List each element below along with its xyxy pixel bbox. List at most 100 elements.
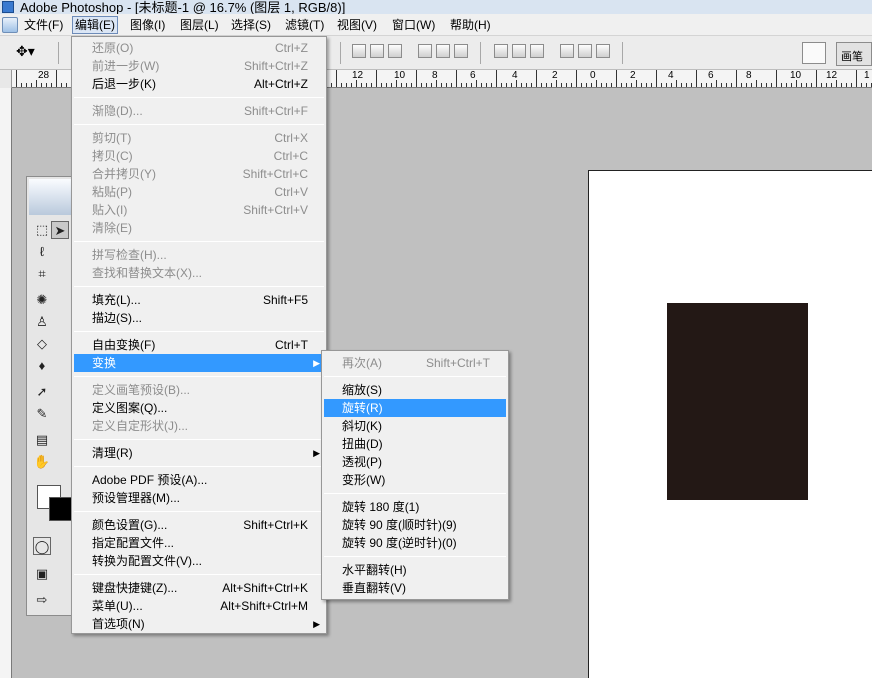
edit-menu-item[interactable]: 后退一步(K) Alt+Ctrl+Z [74,75,324,93]
vertical-ruler[interactable] [0,88,12,678]
move-tool-icon[interactable]: ✥▾ [16,44,35,58]
edit-menu-item[interactable]: 指定配置文件... [74,534,324,552]
submenu-arrow-icon: ▶ [313,448,320,458]
menu-separator [74,241,324,242]
edit-menu-item[interactable]: 定义自定形状(J)... [74,417,324,435]
eraser-tool-icon[interactable]: ◇ [33,335,51,353]
edit-menu-item-shortcut: Ctrl+Z [275,41,308,55]
menu-view[interactable]: 视图(V) [335,17,379,34]
edit-menu-item[interactable]: 查找和替换文本(X)... [74,264,324,282]
edit-menu-item[interactable]: 粘贴(P) Ctrl+V [74,183,324,201]
transform-menu-item[interactable]: 垂直翻转(V) [324,579,506,597]
edit-menu-item[interactable]: 转换为配置文件(V)... [74,552,324,570]
menu-file[interactable]: 文件(F) [22,17,65,34]
transform-menu-item[interactable]: 旋转 90 度(逆时针)(0) [324,534,506,552]
menu-window[interactable]: 窗口(W) [390,17,437,34]
distribute-hcenter-icon[interactable] [578,44,592,58]
clone-stamp-icon[interactable]: ♙ [33,313,51,331]
crop-tool-icon[interactable]: ⌗ [33,265,51,283]
transform-menu-item[interactable]: 斜切(K) [324,417,506,435]
edit-menu-item[interactable]: 拼写检查(H)... [74,246,324,264]
transform-menu-item[interactable]: 变形(W) [324,471,506,489]
jump-to-imageready-icon[interactable]: ⇨ [33,591,51,609]
edit-menu-item[interactable]: 键盘快捷键(Z)... Alt+Shift+Ctrl+K [74,579,324,597]
distribute-vcenter-icon[interactable] [512,44,526,58]
tool-preset-icon[interactable] [802,42,826,64]
transform-menu-item[interactable]: 水平翻转(H) [324,561,506,579]
lasso-tool-icon[interactable]: ℓ [33,243,51,261]
ruler-tick [431,83,432,87]
menu-image[interactable]: 图像(I) [128,17,167,34]
edit-menu-item[interactable]: 前进一步(W) Shift+Ctrl+Z [74,57,324,75]
ruler-origin[interactable] [0,70,12,88]
blur-tool-icon[interactable]: ♦ [33,357,51,375]
edit-menu-item[interactable]: 渐隐(D)... Shift+Ctrl+F [74,102,324,120]
edit-menu-item[interactable]: 合并拷贝(Y) Shift+Ctrl+C [74,165,324,183]
align-left-edges-icon[interactable] [418,44,432,58]
edit-menu-item-label: 指定配置文件... [92,536,175,550]
path-selection-icon[interactable]: ➚ [33,383,51,401]
edit-menu-item-label: 拼写检查(H)... [92,248,167,262]
background-color-swatch[interactable] [49,497,73,521]
ruler-tick [66,83,67,87]
distribute-bottom-icon[interactable] [530,44,544,58]
align-right-edges-icon[interactable] [454,44,468,58]
notes-tool-icon[interactable]: ▤ [33,431,51,449]
menu-help[interactable]: 帮助(H) [448,17,493,34]
move-tool-icon[interactable]: ➤ [51,221,69,239]
transform-menu-item[interactable]: 再次(A) Shift+Ctrl+T [324,354,506,372]
transform-menu-item-label: 水平翻转(H) [342,563,407,577]
menu-select[interactable]: 选择(S) [229,17,273,34]
toolbox-header-feather[interactable] [29,179,71,215]
edit-menu-item[interactable]: Adobe PDF 预设(A)... [74,471,324,489]
distribute-left-icon[interactable] [560,44,574,58]
edit-menu-item[interactable]: 清除(E) [74,219,324,237]
edit-menu-item[interactable]: 菜单(U)... Alt+Shift+Ctrl+M [74,597,324,615]
edit-menu-item[interactable]: 预设管理器(M)... [74,489,324,507]
menu-layer[interactable]: 图层(L) [178,17,221,34]
menu-separator [74,286,324,287]
transform-menu-item[interactable]: 旋转 180 度(1) [324,498,506,516]
edit-menu-item[interactable]: 描边(S)... [74,309,324,327]
edit-menu-item[interactable]: 剪切(T) Ctrl+X [74,129,324,147]
distribute-top-icon[interactable] [494,44,508,58]
menu-filter[interactable]: 滤镜(T) [283,17,326,34]
align-vertical-centers-icon[interactable] [370,44,384,58]
align-top-edges-icon[interactable] [352,44,366,58]
transform-menu-item[interactable]: 旋转(R) [324,399,506,417]
edit-menu-item[interactable]: 颜色设置(G)... Shift+Ctrl+K [74,516,324,534]
align-horizontal-centers-icon[interactable] [436,44,450,58]
edit-menu-item-label: 变换 [92,356,117,370]
ruler-tick [651,83,652,87]
transform-menu-item[interactable]: 扭曲(D) [324,435,506,453]
edit-menu-item[interactable]: 填充(L)... Shift+F5 [74,291,324,309]
menu-separator [324,493,506,494]
distribute-right-icon[interactable] [596,44,610,58]
standard-mode-icon[interactable]: ◯ [33,537,51,555]
hand-tool-icon[interactable]: ✋ [33,453,51,471]
align-bottom-edges-icon[interactable] [388,44,402,58]
marquee-tool-icon[interactable]: ⬚ [33,221,51,239]
pen-tool-icon[interactable]: ✎ [33,405,51,423]
transform-menu-item[interactable]: 缩放(S) [324,381,506,399]
transform-menu-item[interactable]: 旋转 90 度(顺时针)(9) [324,516,506,534]
transform-menu-item[interactable]: 透视(P) [324,453,506,471]
edit-menu-item[interactable]: 贴入(I) Shift+Ctrl+V [74,201,324,219]
edit-menu-item[interactable]: 清理(R) ▶ [74,444,324,462]
brushes-palette-tab[interactable]: 画笔 [836,42,872,66]
edit-menu-item-label: 填充(L)... [92,293,141,307]
edit-menu-item[interactable]: 定义图案(Q)... [74,399,324,417]
screen-mode-icon[interactable]: ▣ [33,565,51,583]
menu-separator [74,574,324,575]
edit-menu-item[interactable]: 首选项(N) ▶ [74,615,324,633]
ruler-tick [26,83,27,87]
edit-menu-item[interactable]: 变换 ▶ [74,354,324,372]
menu-edit[interactable]: 编辑(E) [72,16,118,34]
edit-menu-item[interactable]: 定义画笔预设(B)... [74,381,324,399]
document-icon[interactable] [2,17,18,33]
layer-rectangle[interactable] [667,303,808,500]
edit-menu-item[interactable]: 拷贝(C) Ctrl+C [74,147,324,165]
edit-menu-item[interactable]: 还原(O) Ctrl+Z [74,39,324,57]
edit-menu-item[interactable]: 自由变换(F) Ctrl+T [74,336,324,354]
healing-brush-icon[interactable]: ✺ [33,291,51,309]
